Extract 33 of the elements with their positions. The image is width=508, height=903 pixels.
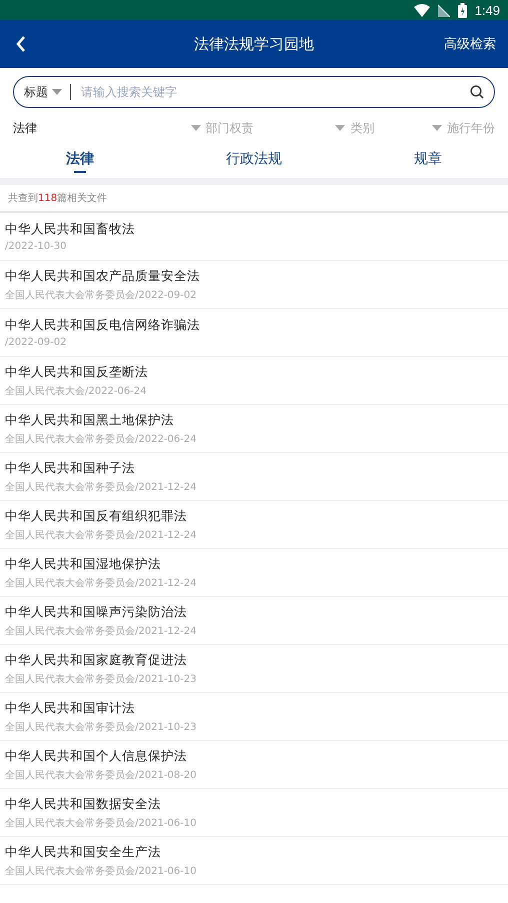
tab[interactable]: 法律 [66, 147, 94, 173]
search-field[interactable]: 标题 请输入搜索关键字 [13, 76, 495, 108]
list-item[interactable]: 中华人民共和国安全生产法 全国人民代表大会常务委员会/2021-06-10 [0, 837, 508, 885]
caret-icon [190, 125, 201, 131]
list-item[interactable]: 中华人民共和国个人信息保护法 全国人民代表大会常务委员会/2021-08-20 [0, 741, 508, 789]
page-title: 法律法规学习园地 [194, 34, 314, 54]
list-item[interactable]: 中华人民共和国反电信网络诈骗法 /2022-09-02 [0, 309, 508, 357]
list-item[interactable]: 中华人民共和国数据安全法 全国人民代表大会常务委员会/2021-06-10 [0, 789, 508, 837]
list-item[interactable]: 中华人民共和国噪声污染防治法 全国人民代表大会常务委员会/2021-12-24 [0, 597, 508, 645]
caret-icon [432, 125, 442, 131]
list-item[interactable]: 中华人民共和国湿地保护法 全国人民代表大会常务委员会/2021-12-24 [0, 549, 508, 597]
tab[interactable]: 行政法规 [226, 147, 282, 173]
list-item[interactable]: 中华人民共和国黑土地保护法 全国人民代表大会常务委员会/2022-06-24 [0, 405, 508, 453]
list-item[interactable]: 中华人民共和国审计法 全国人民代表大会常务委员会/2021-10-23 [0, 693, 508, 741]
result-count: 共查到118篇相关文件 [0, 185, 508, 213]
back-icon[interactable] [16, 36, 26, 52]
list-item[interactable]: 中华人民共和国种子法 全国人民代表大会常务委员会/2021-12-24 [0, 453, 508, 501]
list-item[interactable]: 中华人民共和国反垄断法 全国人民代表大会/2022-06-24 [0, 357, 508, 405]
scope-dropdown[interactable]: 标题 [24, 84, 62, 100]
tab[interactable]: 规章 [414, 147, 442, 173]
no-signal-icon [438, 4, 450, 16]
list-item[interactable]: 中华人民共和国畜牧法 /2022-10-30 [0, 213, 508, 261]
caret-icon [52, 89, 62, 95]
list-item[interactable]: 中华人民共和国家庭教育促进法 全国人民代表大会常务委员会/2021-10-23 [0, 645, 508, 693]
search-icon[interactable] [470, 85, 484, 99]
filter-dropdown[interactable]: 法律 [13, 120, 37, 136]
caret-icon [335, 125, 346, 131]
advanced-search-link[interactable]: 高级检索 [444, 35, 496, 53]
list-item[interactable]: 中华人民共和国农产品质量安全法 全国人民代表大会常务委员会/2022-09-02 [0, 261, 508, 309]
list-item[interactable]: 中华人民共和国反有组织犯罪法 全国人民代表大会常务委员会/2021-12-24 [0, 501, 508, 549]
clock: 1:49 [474, 2, 500, 18]
wifi-icon [414, 4, 430, 16]
battery-icon [458, 2, 467, 18]
